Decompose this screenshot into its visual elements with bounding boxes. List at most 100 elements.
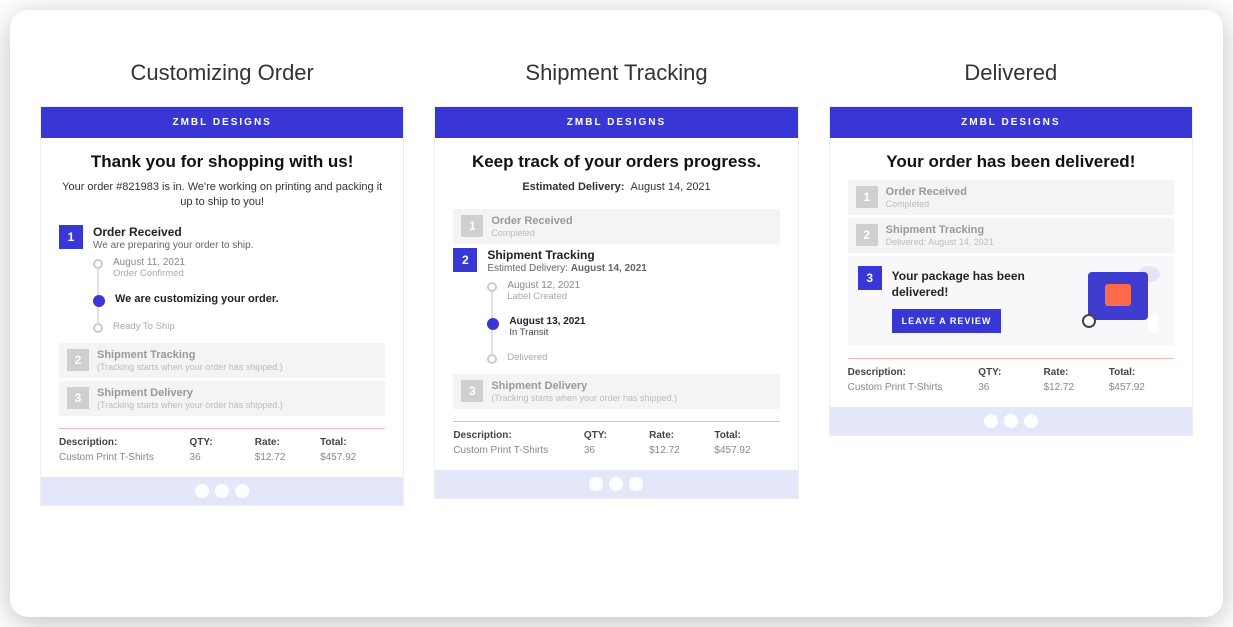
email-card-tracking: ZMBL DESIGNS Keep track of your orders p… xyxy=(434,106,798,499)
est-date: August 14, 2021 xyxy=(631,181,711,193)
timeline-dot-icon xyxy=(93,259,103,269)
timeline-item: Ready To Ship xyxy=(93,321,385,333)
email-card-customizing: ZMBL DESIGNS Thank you for shopping with… xyxy=(40,106,404,506)
est-label: Estimated Delivery: xyxy=(522,181,624,193)
th-desc: Description: xyxy=(59,437,190,448)
timeline-item: August 12, 2021Label Created xyxy=(487,280,779,316)
step-num: 2 xyxy=(453,248,477,272)
step-2: 2 Shipment Tracking (Tracking starts whe… xyxy=(59,343,385,378)
table-head: Description: QTY: Rate: Total: xyxy=(59,437,385,448)
step-3-delivered: 3 Your package has been delivered! LEAVE… xyxy=(848,256,1174,346)
step-title: Shipment Tracking xyxy=(97,349,377,361)
step-sub: Completed xyxy=(886,199,1166,209)
divider xyxy=(59,428,385,429)
step-sub: Completed xyxy=(491,228,771,238)
td-qty: 36 xyxy=(190,452,255,463)
th-total: Total: xyxy=(1109,367,1174,378)
social-icon[interactable] xyxy=(589,477,603,491)
step-2: 2 Shipment Tracking Delivered: August 14… xyxy=(848,218,1174,253)
social-icon[interactable] xyxy=(215,484,229,498)
col-customizing: Customizing Order ZMBL DESIGNS Thank you… xyxy=(40,60,404,506)
td-total: $457.92 xyxy=(714,445,779,456)
td-desc: Custom Print T-Shirts xyxy=(59,452,190,463)
footer-bar xyxy=(435,470,797,498)
social-icon[interactable] xyxy=(609,477,623,491)
timeline-date: August 13, 2021 xyxy=(509,316,585,327)
step-sub: Delivered: August 14, 2021 xyxy=(886,237,1166,247)
td-qty: 36 xyxy=(584,445,649,456)
step-sub: (Tracking starts when your order has shi… xyxy=(97,362,377,372)
timeline-label: Order Confirmed xyxy=(113,268,185,279)
step-num: 2 xyxy=(67,349,89,371)
timeline-text: Ready To Ship xyxy=(113,321,175,332)
col-delivered: Delivered ZMBL DESIGNS Your order has be… xyxy=(829,60,1193,436)
td-total: $457.92 xyxy=(1109,382,1174,393)
step-1: 1 Order Received Completed xyxy=(848,180,1174,215)
th-qty: QTY: xyxy=(978,367,1043,378)
table-head: Description: QTY: Rate: Total: xyxy=(453,430,779,441)
timeline-text: We are customizing your order. xyxy=(115,293,279,305)
td-rate: $12.72 xyxy=(1043,382,1108,393)
step-sub: We are preparing your order to ship. xyxy=(93,240,385,251)
divider xyxy=(848,358,1174,359)
timeline-item: August 13, 2021In Transit xyxy=(487,316,779,352)
td-rate: $12.72 xyxy=(649,445,714,456)
timeline-dot-icon xyxy=(487,354,497,364)
footer-bar xyxy=(830,407,1192,435)
table-row: Custom Print T-Shirts 36 $12.72 $457.92 xyxy=(848,382,1174,393)
table-head: Description: QTY: Rate: Total: xyxy=(848,367,1174,378)
card-body: Your order has been delivered! 1 Order R… xyxy=(830,138,1192,407)
timeline: August 11, 2021Order ConfirmedWe are cus… xyxy=(93,257,385,333)
col-title: Shipment Tracking xyxy=(525,60,707,86)
brand-bar: ZMBL DESIGNS xyxy=(435,107,797,138)
th-total: Total: xyxy=(320,437,385,448)
step-num: 3 xyxy=(67,387,89,409)
subtext: Estimated Delivery: August 14, 2021 xyxy=(453,180,779,195)
table-row: Custom Print T-Shirts 36 $12.72 $457.92 xyxy=(453,445,779,456)
leave-review-button[interactable]: LEAVE A REVIEW xyxy=(892,309,1002,333)
timeline-date: August 12, 2021 xyxy=(507,280,580,291)
order-table: Description: QTY: Rate: Total: Custom Pr… xyxy=(848,367,1174,393)
social-icon[interactable] xyxy=(629,477,643,491)
headline: Keep track of your orders progress. xyxy=(453,152,779,172)
brand-bar: ZMBL DESIGNS xyxy=(41,107,403,138)
social-icon[interactable] xyxy=(195,484,209,498)
timeline-dot-icon xyxy=(93,295,105,307)
td-desc: Custom Print T-Shirts xyxy=(848,382,979,393)
th-qty: QTY: xyxy=(190,437,255,448)
timeline-item: August 11, 2021Order Confirmed xyxy=(93,257,385,293)
order-table: Description: QTY: Rate: Total: Custom Pr… xyxy=(453,430,779,456)
timeline-text: August 13, 2021In Transit xyxy=(509,316,585,338)
social-icon[interactable] xyxy=(984,414,998,428)
th-qty: QTY: xyxy=(584,430,649,441)
col-title: Delivered xyxy=(964,60,1057,86)
step-sub: (Tracking starts when your order has shi… xyxy=(491,393,771,403)
step-1: 1 Order Received Completed xyxy=(453,209,779,244)
brand-bar: ZMBL DESIGNS xyxy=(830,107,1192,138)
social-icon[interactable] xyxy=(1024,414,1038,428)
col-tracking: Shipment Tracking ZMBL DESIGNS Keep trac… xyxy=(434,60,798,499)
timeline: August 12, 2021Label CreatedAugust 13, 2… xyxy=(487,280,779,364)
subtext: Your order #821983 is in. We're working … xyxy=(59,180,385,211)
td-desc: Custom Print T-Shirts xyxy=(453,445,584,456)
social-icon[interactable] xyxy=(235,484,249,498)
timeline-label: Ready To Ship xyxy=(113,321,175,332)
timeline-dot-icon xyxy=(487,282,497,292)
step-title: Shipment Delivery xyxy=(491,380,771,392)
step-title: Order Received xyxy=(886,186,1166,198)
th-desc: Description: xyxy=(848,367,979,378)
card-body: Keep track of your orders progress. Esti… xyxy=(435,138,797,470)
timeline-label: We are customizing your order. xyxy=(115,293,279,305)
timeline-label: In Transit xyxy=(509,327,585,338)
social-icon[interactable] xyxy=(1004,414,1018,428)
step-3: 3 Shipment Delivery (Tracking starts whe… xyxy=(59,381,385,416)
step-2: 2 Shipment Tracking Estimted Delivery: A… xyxy=(453,248,779,274)
delivered-msg: Your package has been delivered! xyxy=(892,269,1074,300)
timeline-dot-icon xyxy=(93,323,103,333)
headline: Thank you for shopping with us! xyxy=(59,152,385,172)
timeline-date: August 11, 2021 xyxy=(113,257,185,268)
col-title: Customizing Order xyxy=(130,60,313,86)
step-title: Shipment Delivery xyxy=(97,387,377,399)
delivered-text: Your package has been delivered! LEAVE A… xyxy=(892,269,1074,332)
timeline-text: Delivered xyxy=(507,352,547,363)
